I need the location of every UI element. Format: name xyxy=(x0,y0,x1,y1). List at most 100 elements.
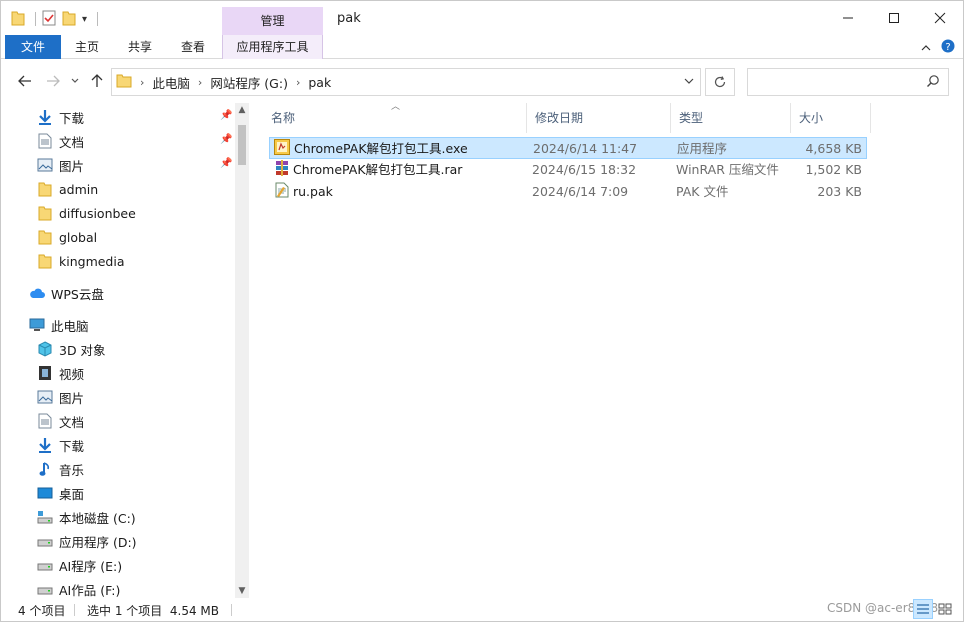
file-row[interactable]: ChromePAK解包打包工具.exe 2024/6/14 11:47 应用程序… xyxy=(269,137,867,159)
breadcrumb-item-this-pc[interactable]: 此电脑 xyxy=(152,73,190,92)
picture-icon xyxy=(37,157,53,173)
folder-icon[interactable] xyxy=(11,10,25,29)
nav-item-folder[interactable]: global xyxy=(37,225,249,249)
nav-item-drive-d[interactable]: 应用程序 (D:) xyxy=(37,529,249,553)
nav-item-downloads[interactable]: 下载 xyxy=(37,433,249,457)
tab-application-tools[interactable]: 应用程序工具 xyxy=(222,35,323,59)
column-header-date-modified[interactable]: 修改日期 xyxy=(527,103,671,133)
nav-item-drive-f[interactable]: AI作品 (F:) xyxy=(37,577,249,598)
file-date: 2024/6/15 18:32 xyxy=(532,162,637,177)
nav-item-pictures[interactable]: 图片 xyxy=(37,385,249,409)
nav-item-drive-c[interactable]: 本地磁盘 (C:) xyxy=(37,505,249,529)
nav-item-documents[interactable]: 文档 xyxy=(37,129,249,153)
breadcrumb-item-drive[interactable]: 网站程序 (G:) xyxy=(210,73,288,92)
nav-item-label: 图片 xyxy=(59,158,85,174)
file-date: 2024/6/14 11:47 xyxy=(533,141,638,156)
nav-item-desktop[interactable]: 桌面 xyxy=(37,481,249,505)
help-icon[interactable]: ? xyxy=(941,39,955,56)
nav-item-downloads[interactable]: 下载 xyxy=(37,105,249,129)
minimize-icon xyxy=(843,17,853,19)
back-button[interactable] xyxy=(15,71,35,91)
close-icon xyxy=(934,12,946,24)
search-input[interactable] xyxy=(747,68,949,96)
tab-file[interactable]: 文件 xyxy=(5,35,61,59)
nav-item-folder[interactable]: admin xyxy=(37,177,249,201)
explorer-window: ▾ 管理 pak 文件 主页 共享 查看 应用程序工具 ? › 此电脑 › 网站… xyxy=(0,0,964,622)
pin-icon[interactable]: 📌 xyxy=(220,134,232,145)
nav-item-wps-cloud[interactable]: WPS云盘 xyxy=(29,281,249,305)
tab-home[interactable]: 主页 xyxy=(63,35,111,59)
nav-item-label: AI程序 (E:) xyxy=(59,558,123,574)
column-header-size[interactable]: 大小 xyxy=(791,103,871,133)
nav-item-documents[interactable]: 文档 xyxy=(37,409,249,433)
details-view-icon[interactable] xyxy=(913,599,933,619)
quick-access-toolbar: ▾ xyxy=(11,9,99,29)
up-button[interactable] xyxy=(87,71,107,91)
nav-pane-scrollbar[interactable]: ▲ ▼ xyxy=(235,103,249,598)
context-tab-group: 管理 xyxy=(222,7,323,35)
nav-item-label: WPS云盘 xyxy=(51,286,104,302)
nav-item-3d-objects[interactable]: 3D 对象 xyxy=(37,337,249,361)
column-header-type[interactable]: 类型 xyxy=(671,103,791,133)
download-icon xyxy=(37,437,53,453)
scrollbar-thumb[interactable] xyxy=(238,125,246,165)
file-name: ChromePAK解包打包工具.exe xyxy=(294,141,468,156)
nav-item-label: 应用程序 (D:) xyxy=(59,534,137,550)
breadcrumb-separator[interactable]: › xyxy=(196,76,204,89)
file-name: ru.pak xyxy=(293,184,333,199)
address-history-dropdown[interactable] xyxy=(684,75,694,88)
maximize-button[interactable] xyxy=(871,1,917,35)
forward-button[interactable] xyxy=(43,71,63,91)
pin-icon[interactable]: 📌 xyxy=(220,158,232,169)
nav-item-pictures[interactable]: 图片 xyxy=(37,153,249,177)
column-header-name[interactable]: 名称 xyxy=(263,103,527,133)
scroll-down-icon[interactable]: ▼ xyxy=(235,586,249,596)
breadcrumb-item-current[interactable]: pak xyxy=(308,75,331,90)
nav-item-label: 文档 xyxy=(59,414,85,430)
scroll-up-icon[interactable]: ▲ xyxy=(235,105,249,115)
properties-icon[interactable] xyxy=(42,10,56,29)
svg-text:?: ? xyxy=(945,42,950,53)
file-type: WinRAR 压缩文件 xyxy=(676,162,779,177)
refresh-button[interactable] xyxy=(705,68,735,96)
drive-icon xyxy=(37,581,53,597)
status-bar: 4 个项目 选中 1 个项目 4.54 MB CSDN @ac-er8888 xyxy=(1,599,963,621)
file-row[interactable]: ChromePAK解包打包工具.rar 2024/6/15 18:32 WinR… xyxy=(269,159,867,181)
refresh-icon xyxy=(714,76,726,88)
file-type: PAK 文件 xyxy=(676,184,729,199)
tab-share[interactable]: 共享 xyxy=(115,35,165,59)
new-folder-icon[interactable] xyxy=(62,10,76,29)
drive-icon xyxy=(37,533,53,549)
computer-icon xyxy=(29,317,45,333)
pak-file-icon xyxy=(274,182,290,200)
file-row[interactable]: ru.pak 2024/6/14 7:09 PAK 文件 203 KB xyxy=(269,181,867,203)
nav-item-folder[interactable]: kingmedia xyxy=(37,249,249,273)
ribbon-tabs: 文件 主页 共享 查看 应用程序工具 ? xyxy=(1,35,963,59)
breadcrumb-separator[interactable]: › xyxy=(138,76,146,89)
close-button[interactable] xyxy=(917,1,963,35)
maximize-icon xyxy=(889,13,899,23)
expand-ribbon-icon[interactable] xyxy=(921,41,931,55)
folder-icon xyxy=(37,181,53,197)
nav-item-music[interactable]: 音乐 xyxy=(37,457,249,481)
tab-view[interactable]: 查看 xyxy=(169,35,217,59)
large-icons-view-icon[interactable] xyxy=(935,599,955,619)
minimize-button[interactable] xyxy=(825,1,871,35)
recent-locations-button[interactable] xyxy=(65,71,85,91)
breadcrumb-separator[interactable]: › xyxy=(294,76,302,89)
customize-dropdown-icon[interactable]: ▾ xyxy=(82,14,87,25)
address-bar[interactable]: › 此电脑 › 网站程序 (G:) › pak xyxy=(111,68,701,96)
nav-item-this-pc[interactable]: 此电脑 xyxy=(29,313,249,337)
file-type: 应用程序 xyxy=(677,141,728,156)
nav-item-folder[interactable]: diffusionbee xyxy=(37,201,249,225)
folder-icon xyxy=(37,229,53,245)
winrar-icon xyxy=(274,160,290,178)
file-size: 4,658 KB xyxy=(805,141,862,156)
pin-icon[interactable]: 📌 xyxy=(220,110,232,121)
navigation-pane: 下载 📌 文档 📌 图片 📌 admin diffusionbee global… xyxy=(1,103,249,598)
nav-item-drive-e[interactable]: AI程序 (E:) xyxy=(37,553,249,577)
view-switcher xyxy=(913,599,955,619)
nav-item-label: AI作品 (F:) xyxy=(59,582,121,598)
ribbon-controls: ? xyxy=(921,39,955,56)
nav-item-videos[interactable]: 视频 xyxy=(37,361,249,385)
